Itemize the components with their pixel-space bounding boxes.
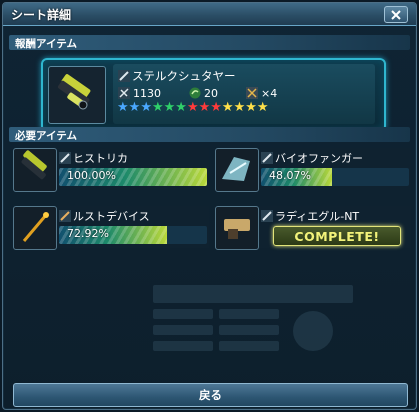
required-item-body: ルストデバイス 72.92%: [57, 206, 209, 248]
required-item-name-row: バイオファンガー: [261, 150, 363, 166]
required-item-name: ヒストリカ: [73, 152, 128, 165]
star-icon: ★: [210, 100, 222, 115]
required-item[interactable]: ラディエグル-NT COMPLETE!: [215, 206, 411, 250]
progress-bar: 72.92%: [59, 226, 207, 244]
weapon-icon: [48, 66, 106, 124]
weapon-type-icon: [261, 210, 273, 222]
required-item-name: ルストデバイス: [73, 210, 150, 223]
affix-value: 20: [204, 86, 218, 100]
sheet-detail-window: シート詳細 報酬アイテム ステルクシュタヤー 1130 20 ×4 ★ ★ ★ …: [2, 2, 417, 410]
weapon-type-icon: [59, 152, 71, 164]
bg-bar: [153, 325, 213, 335]
bg-bar: [219, 309, 279, 319]
required-item-body: ヒストリカ 100.00%: [57, 148, 209, 190]
required-section-header: 必要アイテム: [9, 127, 410, 142]
reward-item-name-row: ステルクシュタヤー: [118, 68, 236, 84]
slot-value: ×4: [261, 86, 278, 100]
star-icon: ★: [128, 100, 141, 115]
bg-bar: [153, 309, 213, 319]
bg-bar: [153, 341, 213, 351]
affix-icon: [189, 87, 201, 99]
reward-item-panel[interactable]: ステルクシュタヤー 1130 20 ×4 ★ ★ ★ ★ ★ ★ ★ ★ ★ ★…: [41, 58, 386, 132]
slot-stat: ×4: [246, 87, 277, 100]
rarity-stars: ★ ★ ★ ★ ★ ★ ★ ★ ★ ★ ★ ★ ★: [117, 101, 269, 115]
rod-type-icon: [59, 210, 71, 222]
window-title: シート詳細: [11, 8, 72, 22]
power-value: 1130: [133, 86, 161, 100]
power-stat: 1130: [118, 87, 161, 100]
power-icon: [118, 87, 130, 99]
star-icon: ★: [245, 100, 257, 115]
required-item-name-row: ヒストリカ: [59, 150, 128, 166]
required-item-name: バイオファンガー: [275, 152, 363, 165]
star-icon: ★: [221, 100, 234, 115]
star-icon: ★: [256, 100, 269, 115]
progress-bar: 48.07%: [261, 168, 409, 186]
required-item-name: ラディエグル-NT: [275, 210, 360, 223]
affix-stat: 20: [189, 87, 218, 100]
required-item[interactable]: バイオファンガー 48.07%: [215, 148, 411, 192]
required-section-title: 必要アイテム: [15, 130, 77, 142]
weapon-icon: [215, 206, 259, 250]
close-icon: [391, 9, 401, 20]
bg-bar: [153, 285, 353, 303]
weapon-icon: [215, 148, 259, 192]
required-item-body: バイオファンガー 48.07%: [259, 148, 411, 190]
slot-icon: [246, 87, 258, 99]
progress-text: 100.00%: [67, 169, 116, 182]
reward-item-info: ステルクシュタヤー 1130 20 ×4 ★ ★ ★ ★ ★ ★ ★ ★ ★ ★…: [113, 64, 375, 124]
required-item[interactable]: ヒストリカ 100.00%: [13, 148, 209, 192]
title-bar: シート詳細: [3, 3, 416, 26]
weapon-type-icon: [118, 70, 130, 82]
star-icon: ★: [175, 100, 187, 115]
bg-bar: [219, 341, 279, 351]
bg-circle: [293, 311, 333, 351]
weapon-type-icon: [261, 152, 273, 164]
required-item[interactable]: ルストデバイス 72.92%: [13, 206, 209, 250]
required-item-name-row: ルストデバイス: [59, 208, 150, 224]
reward-section-title: 報酬アイテム: [15, 38, 77, 50]
reward-item-name: ステルクシュタヤー: [132, 69, 236, 83]
star-icon: ★: [233, 100, 246, 115]
star-icon: ★: [186, 100, 199, 115]
back-button[interactable]: 戻る: [13, 383, 408, 407]
star-icon: ★: [198, 100, 211, 115]
bg-bar: [219, 325, 279, 335]
star-icon: ★: [151, 100, 164, 115]
progress-text: 48.07%: [269, 169, 311, 182]
reward-section-header: 報酬アイテム: [9, 35, 410, 50]
complete-badge: COMPLETE!: [273, 226, 401, 246]
progress-bar: 100.00%: [59, 168, 207, 186]
background-decoration: [153, 285, 353, 377]
progress-text: 72.92%: [67, 227, 109, 240]
weapon-icon: [13, 148, 57, 192]
required-item-name-row: ラディエグル-NT: [261, 208, 359, 224]
star-icon: ★: [163, 100, 176, 115]
close-button[interactable]: [384, 6, 408, 23]
weapon-icon: [13, 206, 57, 250]
star-icon: ★: [140, 100, 152, 115]
required-item-body: ラディエグル-NT COMPLETE!: [259, 206, 411, 248]
reward-stats-row: 1130 20 ×4: [118, 86, 368, 100]
star-icon: ★: [117, 100, 129, 115]
